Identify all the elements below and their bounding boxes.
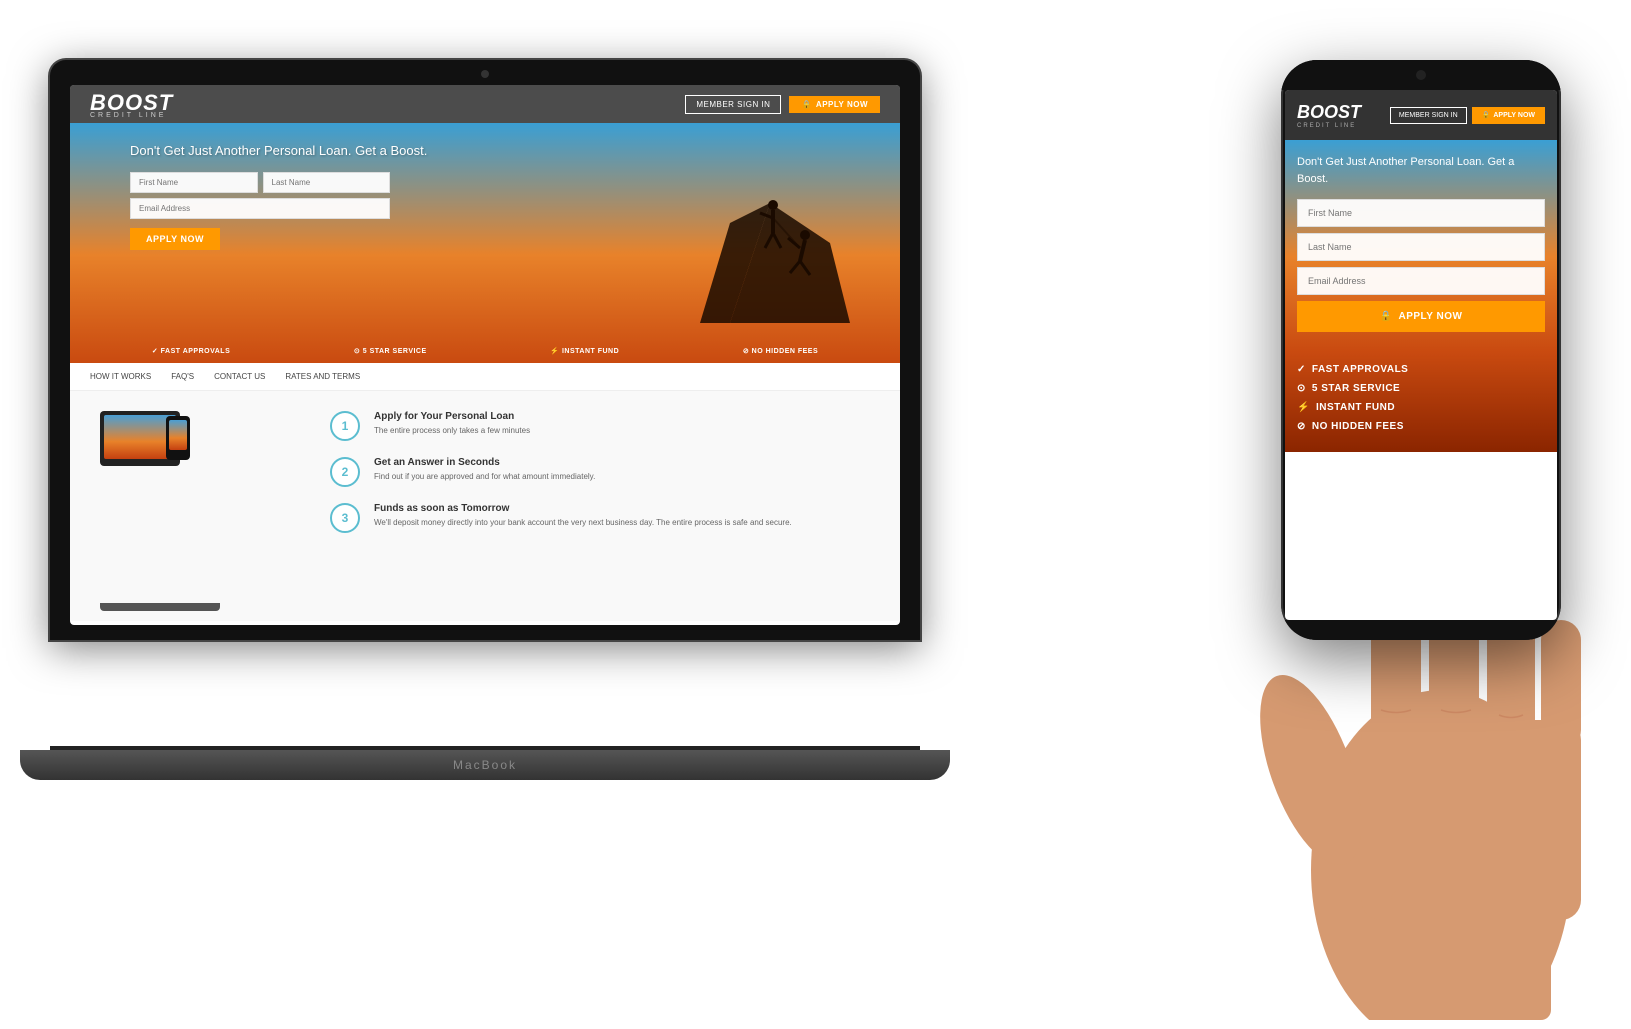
step-3-title: Funds as soon as Tomorrow xyxy=(374,503,792,514)
feature-star-service: ⊙ 5 STAR SERVICE xyxy=(354,347,427,355)
hero-section: Don't Get Just Another Personal Loan. Ge… xyxy=(70,123,900,363)
phone-device-wrapper: BOOST CREDIT LINE MEMBER SIGN IN 🔒 APPLY… xyxy=(1251,30,1601,980)
apply-button[interactable]: 🔒 APPLY NOW xyxy=(789,96,880,113)
email-input[interactable] xyxy=(130,198,390,219)
nav-rates-terms[interactable]: RATES AND TERMS xyxy=(285,372,360,381)
nav-bar: HOW IT WORKS FAQ'S CONTACT US RATES AND … xyxy=(70,363,900,391)
signin-button[interactable]: MEMBER SIGN IN xyxy=(685,95,781,114)
last-name-input[interactable] xyxy=(263,172,391,193)
feature-instant-fund: ⚡ INSTANT FUND xyxy=(550,347,619,355)
phone-feature-instant-fund: ⚡ INSTANT FUND xyxy=(1297,402,1545,413)
step-3-content: Funds as soon as Tomorrow We'll deposit … xyxy=(374,503,792,528)
star-icon: ⊙ xyxy=(1297,383,1306,394)
nav-faqs[interactable]: FAQ'S xyxy=(171,372,194,381)
phone-apply-header-label: APPLY NOW xyxy=(1493,112,1535,119)
step-1-desc: The entire process only takes a few minu… xyxy=(374,425,530,436)
phone-bottom xyxy=(1281,620,1561,640)
step-2-desc: Find out if you are approved and for wha… xyxy=(374,471,595,482)
name-row xyxy=(130,172,390,193)
phone-first-name-input[interactable] xyxy=(1297,199,1545,227)
laptop-screen-bezel: BOOST CREDIT LINE MEMBER SIGN IN 🔒 APPLY… xyxy=(50,60,920,640)
check-icon: ✓ xyxy=(1297,364,1306,375)
phone-email-input[interactable] xyxy=(1297,267,1545,295)
step-1: 1 Apply for Your Personal Loan The entir… xyxy=(330,411,870,441)
phone-lock-icon: 🔒 xyxy=(1482,111,1491,119)
phone-body: BOOST CREDIT LINE MEMBER SIGN IN 🔒 APPLY… xyxy=(1281,60,1561,640)
phone-apply-lock-icon: 🔒 xyxy=(1380,311,1393,322)
phone-feature-star-service-label: 5 STAR SERVICE xyxy=(1312,383,1400,394)
phone-camera xyxy=(1416,70,1426,80)
phone-apply-button[interactable]: 🔒 APPLY NOW xyxy=(1297,301,1545,332)
mini-phone-screen xyxy=(169,420,187,450)
phone-apply-btn-label: APPLY NOW xyxy=(1398,311,1462,322)
phone-logo: BOOST CREDIT LINE xyxy=(1297,102,1361,129)
phone-screen: BOOST CREDIT LINE MEMBER SIGN IN 🔒 APPLY… xyxy=(1285,90,1557,620)
laptop-brand-label: MacBook xyxy=(453,758,517,772)
apply-label: APPLY NOW xyxy=(816,100,868,109)
hero-features: ✓ FAST APPROVALS ⊙ 5 STAR SERVICE ⚡ INST… xyxy=(70,347,900,355)
laptop-device: BOOST CREDIT LINE MEMBER SIGN IN 🔒 APPLY… xyxy=(50,60,920,780)
phone-logo-sub: CREDIT LINE xyxy=(1297,123,1361,129)
hero-content: Don't Get Just Another Personal Loan. Ge… xyxy=(130,143,480,250)
lock-icon: 🔒 xyxy=(801,100,811,109)
first-name-input[interactable] xyxy=(130,172,258,193)
laptop-screen: BOOST CREDIT LINE MEMBER SIGN IN 🔒 APPLY… xyxy=(70,85,900,625)
phone-header-buttons: MEMBER SIGN IN 🔒 APPLY NOW xyxy=(1390,107,1545,124)
hero-silhouette-image xyxy=(670,143,870,343)
logo-sub: CREDIT LINE xyxy=(90,112,173,119)
step-1-circle: 1 xyxy=(330,411,360,441)
phone-feature-no-hidden-fees-label: NO HIDDEN FEES xyxy=(1312,421,1404,432)
hero-apply-button[interactable]: APPLY NOW xyxy=(130,228,220,250)
phone-last-name-input[interactable] xyxy=(1297,233,1545,261)
phone-feature-instant-fund-label: INSTANT FUND xyxy=(1316,402,1395,413)
mini-laptop xyxy=(100,411,180,466)
hero-form: APPLY NOW xyxy=(130,172,390,250)
main-scene: BOOST CREDIT LINE MEMBER SIGN IN 🔒 APPLY… xyxy=(0,0,1631,1029)
nav-how-it-works[interactable]: HOW IT WORKS xyxy=(90,372,151,381)
steps-list: 1 Apply for Your Personal Loan The entir… xyxy=(330,411,870,601)
phone-notch xyxy=(1281,60,1561,90)
logo: BOOST CREDIT LINE xyxy=(90,90,173,119)
device-preview xyxy=(100,411,300,601)
site-header: BOOST CREDIT LINE MEMBER SIGN IN 🔒 APPLY… xyxy=(70,85,900,123)
laptop-camera xyxy=(481,70,489,78)
feature-fast-approvals: ✓ FAST APPROVALS xyxy=(152,347,230,355)
phone-feature-no-hidden-fees: ⊘ NO HIDDEN FEES xyxy=(1297,421,1545,432)
phone-hero-title: Don't Get Just Another Personal Loan. Ge… xyxy=(1297,154,1545,187)
mini-phone xyxy=(166,416,190,460)
mini-laptop-base xyxy=(100,603,220,611)
phone-feature-star-service: ⊙ 5 STAR SERVICE xyxy=(1297,383,1545,394)
no-icon: ⊘ xyxy=(1297,421,1306,432)
header-buttons: MEMBER SIGN IN 🔒 APPLY NOW xyxy=(685,95,880,114)
phone-apply-header-button[interactable]: 🔒 APPLY NOW xyxy=(1472,107,1545,124)
step-2-content: Get an Answer in Seconds Find out if you… xyxy=(374,457,595,482)
step-2: 2 Get an Answer in Seconds Find out if y… xyxy=(330,457,870,487)
main-content: 1 Apply for Your Personal Loan The entir… xyxy=(70,391,900,621)
phone-signin-button[interactable]: MEMBER SIGN IN xyxy=(1390,107,1467,124)
hero-title: Don't Get Just Another Personal Loan. Ge… xyxy=(130,143,480,158)
phone-feature-fast-approvals-label: FAST APPROVALS xyxy=(1312,364,1408,375)
nav-contact-us[interactable]: CONTACT US xyxy=(214,372,265,381)
logo-main: BOOST xyxy=(90,90,173,115)
step-3-circle: 3 xyxy=(330,503,360,533)
step-1-title: Apply for Your Personal Loan xyxy=(374,411,530,422)
phone-features: ✓ FAST APPROVALS ⊙ 5 STAR SERVICE ⚡ INST… xyxy=(1285,352,1557,452)
bolt-icon: ⚡ xyxy=(1297,402,1310,413)
step-2-circle: 2 xyxy=(330,457,360,487)
phone-feature-fast-approvals: ✓ FAST APPROVALS xyxy=(1297,364,1545,375)
step-3-desc: We'll deposit money directly into your b… xyxy=(374,517,792,528)
phone-site-header: BOOST CREDIT LINE MEMBER SIGN IN 🔒 APPLY… xyxy=(1285,90,1557,140)
feature-no-hidden-fees: ⊘ NO HIDDEN FEES xyxy=(743,347,818,355)
step-3: 3 Funds as soon as Tomorrow We'll deposi… xyxy=(330,503,870,533)
step-2-title: Get an Answer in Seconds xyxy=(374,457,595,468)
step-1-content: Apply for Your Personal Loan The entire … xyxy=(374,411,530,436)
laptop-base: MacBook xyxy=(20,750,950,780)
phone-logo-main: BOOST xyxy=(1297,102,1361,122)
phone-hero: Don't Get Just Another Personal Loan. Ge… xyxy=(1285,140,1557,352)
